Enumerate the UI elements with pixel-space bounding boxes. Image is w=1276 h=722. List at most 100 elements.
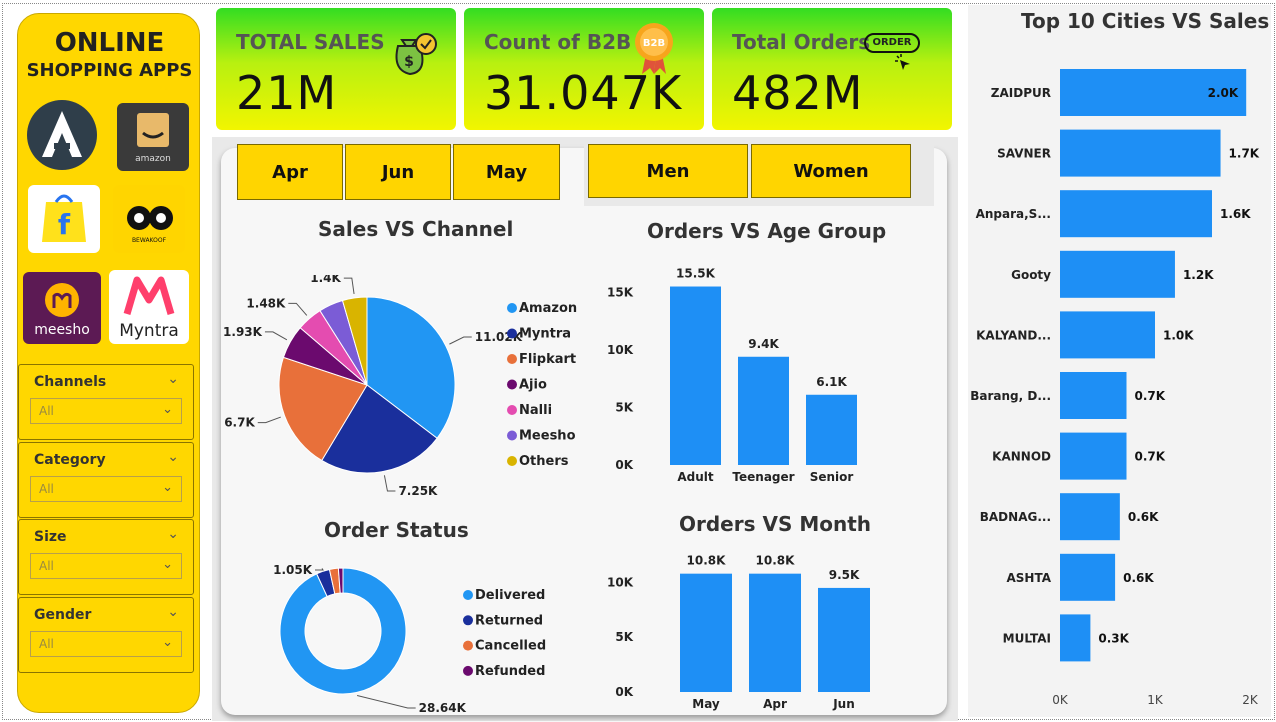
legend-marker — [507, 430, 517, 441]
legend-label: Refunded — [475, 664, 545, 679]
city-bar — [1060, 250, 1175, 298]
month-bar-chart: 0K 5K 10K 10.8K May 10.8K Apr 9.5K Jun — [607, 554, 870, 711]
city-bar — [1060, 311, 1155, 359]
y-tick-label: 10K — [607, 343, 634, 357]
sidebar: ONLINE SHOPPING APPS amazon f BEWAKOOF m… — [17, 13, 200, 713]
chevron-down-icon: ⌄ — [162, 480, 173, 495]
leader-line — [343, 277, 355, 294]
legend-marker — [507, 405, 517, 415]
chart-title-order-status: Order Status — [324, 518, 469, 542]
bar-teenager — [738, 356, 789, 465]
x-tick-label: 2K — [1242, 693, 1259, 707]
y-tick-label: 5K — [615, 400, 633, 414]
x-tick-label: Apr — [763, 697, 787, 711]
filter-channels[interactable]: Channels ⌄ All ⌄ — [18, 364, 194, 440]
legend-marker — [507, 354, 517, 364]
filter-category[interactable]: Category ⌄ All ⌄ — [18, 442, 194, 518]
legend-label: Myntra — [519, 327, 571, 342]
legend-label: Returned — [475, 613, 543, 628]
city-bar — [1060, 553, 1116, 601]
filter-size[interactable]: Size ⌄ All ⌄ — [18, 519, 194, 595]
dropdown-value: All — [39, 482, 54, 496]
brand-subtitle: SHOPPING APPS — [26, 60, 193, 81]
amazon-logo[interactable]: amazon — [117, 103, 189, 171]
legend-marker — [507, 328, 517, 339]
data-label: 1.4K — [310, 275, 341, 285]
leader-line — [315, 568, 324, 571]
b2b-badge-icon: B2B — [635, 23, 673, 74]
meesho-logo[interactable]: meesho — [23, 272, 101, 344]
y-tick-label: 0K — [615, 458, 633, 472]
age-group-bar-chart: 0K 5K 10K 15K 15.5K Adult 9.4K Teenager 6.1K Seni… — [607, 267, 857, 484]
chevron-down-icon: ⌄ — [162, 557, 173, 572]
chart-title-orders-month: Orders VS Month — [679, 512, 872, 536]
leader-line — [449, 336, 472, 345]
legend-marker — [507, 456, 517, 466]
channels-dropdown[interactable]: All ⌄ — [30, 398, 182, 424]
chart-title-sales-channel: Sales VS Channel — [318, 217, 514, 241]
chevron-down-icon[interactable]: ⌄ — [167, 604, 179, 620]
y-tick-label: KALYAND... — [976, 328, 1051, 342]
leader-line — [356, 694, 416, 709]
ajio-logo[interactable] — [26, 100, 98, 170]
myntra-logo[interactable]: Myntra — [109, 270, 189, 344]
city-bar — [1060, 372, 1127, 419]
chevron-down-icon[interactable]: ⌄ — [167, 526, 179, 542]
gender-dropdown[interactable]: All ⌄ — [30, 631, 182, 657]
data-label: 0.7K — [1135, 450, 1166, 464]
kpi-total-orders: Total Orders 482M ORDER — [712, 8, 952, 130]
legend-label: Cancelled — [475, 639, 546, 654]
y-tick-label: ASHTA — [1006, 571, 1051, 585]
data-label: 0.6K — [1128, 510, 1159, 524]
y-tick-label: Gooty — [1011, 268, 1051, 282]
y-tick-label: MULTAI — [1003, 631, 1051, 645]
legend-label: Ajio — [519, 378, 547, 393]
x-tick-label: 1K — [1147, 693, 1164, 707]
order-badge: ORDER — [864, 33, 920, 53]
x-tick-label: Senior — [810, 470, 854, 484]
leader-line — [288, 302, 308, 316]
y-tick-label: Barang, D... — [970, 389, 1051, 403]
data-label: 9.5K — [829, 568, 860, 582]
bar-senior — [806, 394, 857, 465]
leader-line — [257, 416, 281, 424]
bewakoof-logo[interactable]: BEWAKOOF — [113, 185, 185, 253]
month-slicer-may[interactable]: May — [453, 144, 560, 200]
x-tick-label: Adult — [677, 470, 714, 484]
svg-text:B2B: B2B — [643, 38, 665, 49]
data-label: 1.05K — [273, 563, 313, 577]
legend-label: Nalli — [519, 403, 552, 418]
month-slicer-jun[interactable]: Jun — [345, 144, 451, 200]
city-bar — [1060, 432, 1127, 480]
filter-title: Channels — [34, 374, 107, 390]
bar-may — [680, 573, 732, 692]
flipkart-logo[interactable]: f — [28, 185, 100, 253]
svg-text:$: $ — [404, 54, 414, 70]
data-label: 1.6K — [1220, 207, 1251, 221]
chevron-down-icon[interactable]: ⌄ — [167, 449, 179, 465]
order-status-donut-chart: 28.64K 1.05K Delivered Returned Cancelled Ref… — [273, 563, 546, 715]
kpi-value: 21M — [236, 66, 338, 120]
chevron-down-icon[interactable]: ⌄ — [167, 371, 179, 387]
legend-label: Amazon — [519, 301, 577, 316]
month-slicer-apr[interactable]: Apr — [237, 144, 343, 200]
x-tick-label: May — [692, 697, 720, 711]
data-label: 15.5K — [676, 267, 716, 281]
category-dropdown[interactable]: All ⌄ — [30, 476, 182, 502]
svg-text:BEWAKOOF: BEWAKOOF — [132, 237, 167, 244]
filter-title: Category — [34, 452, 106, 468]
kpi-count-b2b: Count of B2B 31.047K B2B — [464, 8, 704, 130]
data-label: 1.48K — [246, 296, 286, 310]
gender-slicer-men[interactable]: Men — [588, 144, 748, 198]
size-dropdown[interactable]: All ⌄ — [30, 553, 182, 579]
svg-text:meesho: meesho — [34, 322, 90, 338]
leader-line — [264, 331, 288, 341]
x-tick-label: Teenager — [732, 470, 794, 484]
x-tick-label: 0K — [1052, 693, 1069, 707]
gender-slicer-women[interactable]: Women — [751, 144, 911, 198]
y-tick-label: 15K — [607, 285, 634, 299]
kpi-label: TOTAL SALES — [236, 30, 385, 54]
kpi-label: Count of B2B — [484, 30, 632, 54]
filter-gender[interactable]: Gender ⌄ All ⌄ — [18, 597, 194, 673]
bar-adult — [670, 286, 721, 465]
